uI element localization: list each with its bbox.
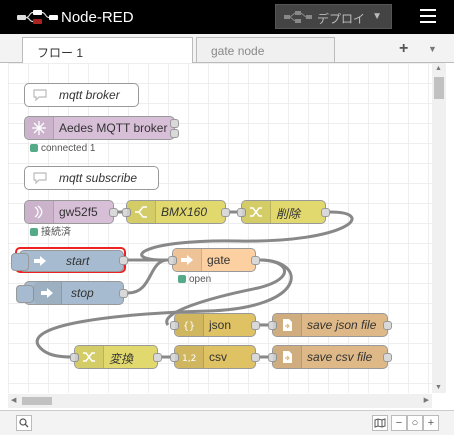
menu-icon[interactable] [420, 9, 436, 23]
gate-arrow-icon [173, 249, 202, 271]
svg-text:1,2: 1,2 [182, 354, 196, 364]
node-status: 接続済 [30, 223, 71, 238]
output-port[interactable] [170, 119, 179, 128]
node-label: Aedes MQTT broker [59, 121, 168, 135]
node-mqtt-broker-comment[interactable]: mqtt broker [24, 83, 139, 107]
zoom-out-icon[interactable]: − [391, 415, 407, 431]
status-dot-icon [178, 275, 186, 283]
shuffle-icon [75, 346, 104, 368]
csv-icon: 1,2 [175, 346, 204, 368]
output-port[interactable] [153, 353, 162, 362]
node-delete[interactable]: 削除 [237, 200, 330, 224]
node-json[interactable]: {} json [170, 313, 260, 337]
scroll-thumb[interactable] [434, 77, 444, 99]
map-icon[interactable] [372, 415, 388, 431]
node-csv[interactable]: 1,2 csv [170, 345, 260, 369]
zoom-reset-icon[interactable]: ○ [407, 415, 423, 431]
deploy-icon [284, 11, 312, 23]
node-label: json [209, 318, 232, 332]
tab-list-menu-icon[interactable]: ▼ [428, 44, 437, 54]
output-port[interactable] [119, 256, 128, 265]
node-bmx160[interactable]: BMX160 [122, 200, 230, 224]
scroll-thumb[interactable] [22, 397, 52, 405]
node-stop[interactable]: stop [16, 281, 128, 305]
wire [127, 258, 169, 295]
file-icon [273, 346, 302, 368]
scroll-right-icon[interactable]: ▶ [424, 396, 429, 404]
node-label: BMX160 [161, 205, 208, 219]
scroll-up-icon[interactable]: ▲ [435, 65, 442, 72]
wireless-icon [25, 201, 54, 223]
shuffle-icon [242, 201, 271, 223]
node-label: gate [207, 253, 231, 267]
node-label: 変換 [109, 352, 134, 366]
node-gw52f5[interactable]: gw52f5 [24, 200, 118, 224]
comment-icon [25, 84, 53, 106]
node-label: stop [71, 286, 94, 300]
aedes-icon [25, 117, 54, 139]
node-label: start [66, 254, 90, 268]
node-gate[interactable]: gate [168, 248, 260, 272]
footer-toolbar: − ○ + [0, 410, 454, 435]
inject-button-icon[interactable] [11, 253, 29, 271]
header: Node-RED デプロイ ▼ [0, 0, 454, 34]
node-label: csv [209, 350, 227, 364]
inject-button-icon[interactable] [16, 285, 34, 303]
flow-canvas[interactable]: mqtt broker Aedes MQTT broker connected … [8, 63, 432, 393]
tab-flow-1[interactable]: フロー 1 [22, 37, 193, 63]
node-label: gw52f5 [59, 205, 98, 219]
output-port[interactable] [251, 321, 260, 330]
wire [35, 258, 293, 359]
tab-gate-node[interactable]: gate node [196, 37, 335, 62]
node-henkan[interactable]: 変換 [70, 345, 162, 369]
output-port[interactable] [383, 321, 392, 330]
node-save-json-file[interactable]: save json file [268, 313, 392, 337]
svg-text:{}: {} [183, 321, 195, 332]
wires [35, 210, 354, 359]
search-icon[interactable] [16, 415, 32, 431]
node-label: save json file [307, 318, 377, 332]
zoom-in-icon[interactable]: + [423, 415, 439, 431]
node-red-logo [17, 10, 58, 24]
file-icon [273, 314, 302, 336]
output-port[interactable] [321, 208, 330, 217]
scroll-left-icon[interactable]: ◀ [11, 396, 16, 404]
scroll-down-icon[interactable]: ▼ [435, 384, 442, 391]
deploy-button[interactable]: デプロイ ▼ [275, 4, 392, 29]
node-mqtt-subscribe-comment[interactable]: mqtt subscribe [24, 166, 159, 190]
node-label: 削除 [276, 207, 301, 221]
node-aedes-mqtt-broker[interactable]: Aedes MQTT broker [24, 116, 179, 140]
comment-icon [25, 167, 53, 189]
node-start[interactable]: start [11, 247, 128, 273]
inject-arrow-icon [33, 254, 47, 271]
node-status: connected 1 [30, 143, 96, 154]
output-port[interactable] [119, 289, 128, 298]
output-port[interactable] [170, 129, 179, 138]
output-port[interactable] [251, 256, 260, 265]
deploy-menu-caret-icon[interactable]: ▼ [372, 11, 382, 22]
horizontal-scrollbar[interactable]: ◀ ▶ [8, 394, 432, 408]
vertical-scrollbar[interactable]: ▲ ▼ [432, 63, 446, 393]
add-tab-icon[interactable]: + [399, 40, 408, 58]
node-label: mqtt broker [59, 88, 120, 102]
json-icon: {} [175, 314, 204, 336]
output-port[interactable] [383, 353, 392, 362]
node-status: open [178, 274, 211, 285]
node-label: mqtt subscribe [59, 171, 138, 185]
workspace-tabbar: フロー 1 gate node + ▼ [0, 34, 454, 63]
app-title: Node-RED [61, 9, 134, 26]
output-port[interactable] [109, 208, 118, 217]
switch-icon [127, 201, 156, 223]
inject-arrow-icon [33, 282, 62, 304]
node-label: save csv file [307, 350, 373, 364]
deploy-label: デプロイ [317, 12, 366, 26]
node-body: start [11, 250, 128, 272]
status-dot-icon [30, 144, 38, 152]
node-save-csv-file[interactable]: save csv file [268, 345, 392, 369]
output-port[interactable] [251, 353, 260, 362]
output-port[interactable] [221, 208, 230, 217]
status-dot-icon [30, 228, 38, 236]
